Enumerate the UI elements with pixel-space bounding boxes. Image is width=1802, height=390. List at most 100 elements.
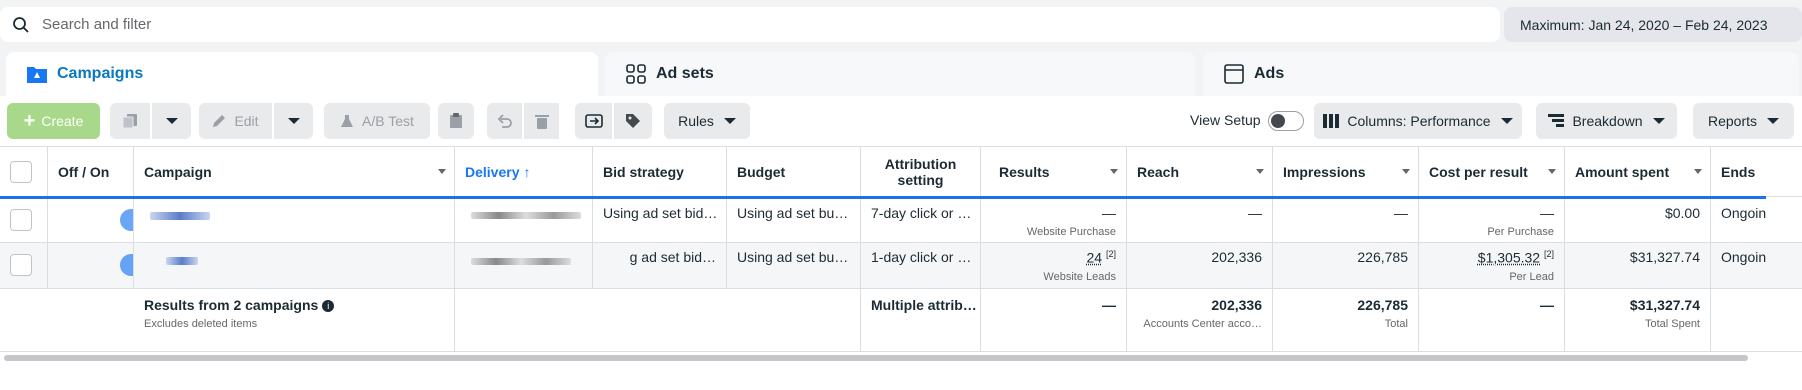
level-tabs: Campaigns Ad sets Ads: [0, 50, 1802, 96]
columns-button[interactable]: Columns: Performance: [1314, 103, 1522, 139]
results-note: [2]: [1105, 249, 1116, 259]
plus-icon: +: [23, 109, 36, 132]
header-label: Results: [999, 164, 1050, 180]
info-icon[interactable]: i: [322, 300, 335, 313]
header-campaign[interactable]: Campaign: [134, 147, 455, 197]
header-budget[interactable]: Budget: [727, 147, 861, 197]
cost-value: —: [1540, 205, 1554, 221]
caret-down-icon[interactable]: [1694, 169, 1702, 174]
campaign-toggle[interactable]: [120, 209, 133, 231]
search-icon: [13, 16, 29, 33]
chevron-down-icon: [1652, 118, 1665, 124]
caret-down-icon[interactable]: [1548, 169, 1556, 174]
summary-title: Results from 2 campaigns: [144, 297, 319, 313]
trash-icon: [534, 115, 549, 129]
select-all-cell: [0, 147, 48, 197]
ends-cell: Ongoin: [1721, 249, 1767, 265]
header-off-on[interactable]: Off / On: [48, 147, 134, 197]
results-subtitle: Website Purchase: [1026, 226, 1116, 238]
ab-test-button[interactable]: A/B Test: [324, 103, 430, 139]
tab-label: Ads: [1254, 65, 1285, 82]
row-checkbox[interactable]: [10, 254, 32, 276]
rules-button[interactable]: Rules: [664, 103, 750, 139]
cost-subtitle: Per Purchase: [1487, 226, 1554, 238]
tab-ads[interactable]: Ads: [1203, 52, 1799, 96]
header-bid-strategy[interactable]: Bid strategy: [593, 147, 727, 197]
tab-campaigns[interactable]: Campaigns: [6, 52, 598, 96]
create-label: Create: [41, 113, 84, 129]
impressions-cell: —: [1273, 199, 1419, 242]
redacted-delivery: [471, 258, 571, 265]
campaign-name-cell[interactable]: [134, 243, 455, 288]
row-select-cell: [0, 243, 48, 288]
summary-row: Results from 2 campaigns i Excludes delet…: [0, 289, 1802, 352]
create-button[interactable]: + Create: [7, 103, 100, 139]
search-input[interactable]: [42, 16, 1442, 33]
header-label: Cost per result: [1429, 164, 1528, 180]
view-setup-toggle[interactable]: [1268, 111, 1304, 131]
ad-icon: [1224, 64, 1244, 84]
search-bar[interactable]: [0, 7, 1500, 42]
select-all-checkbox[interactable]: [10, 161, 32, 183]
amount-spent-cell: $31,327.74: [1565, 243, 1711, 288]
header-reach[interactable]: Reach: [1127, 147, 1273, 197]
table-row[interactable]: g ad set bid… Using ad set bu… 1-day cli…: [0, 243, 1802, 289]
export-button[interactable]: [575, 103, 612, 139]
edit-button[interactable]: Edit: [199, 103, 272, 139]
summary-reach: 202,336: [1211, 297, 1262, 313]
reports-button[interactable]: Reports: [1693, 103, 1794, 139]
undo-button[interactable]: [487, 103, 522, 139]
header-label: Delivery: [465, 164, 520, 180]
summary-results: —: [981, 289, 1127, 351]
header-attribution[interactable]: Attribution setting: [861, 147, 981, 197]
duplicate-dropdown[interactable]: [152, 103, 191, 139]
edit-label: Edit: [234, 113, 259, 129]
tab-ad-sets[interactable]: Ad sets: [605, 52, 1195, 96]
caret-down-icon[interactable]: [1110, 169, 1118, 174]
header-delivery[interactable]: Delivery ↑: [455, 147, 593, 197]
horizontal-scrollbar[interactable]: [4, 355, 1748, 361]
header-cost-per-result[interactable]: Cost per result: [1419, 147, 1565, 197]
clipboard-button[interactable]: [438, 103, 474, 139]
header-results[interactable]: Results: [981, 147, 1127, 197]
export-icon: [584, 114, 603, 128]
summary-amount-cell: $31,327.74 Total Spent: [1565, 289, 1711, 351]
tag-button[interactable]: [614, 103, 652, 139]
redacted-campaign-name: [150, 212, 210, 220]
budget-cell: Using ad set bu…: [727, 199, 861, 242]
header-amount-spent[interactable]: Amount spent: [1565, 147, 1711, 197]
header-label: Bid strategy: [603, 164, 684, 180]
table-row[interactable]: Using ad set bid… Using ad set bu… 7-day…: [0, 199, 1802, 243]
header-label: Amount spent: [1575, 164, 1670, 180]
duplicate-icon: [122, 114, 137, 129]
header-label: Attribution setting: [884, 156, 957, 188]
pencil-icon: [213, 115, 226, 127]
header-label: Impressions: [1283, 164, 1366, 180]
summary-impressions-subtitle: Total: [1384, 318, 1408, 330]
cost-per-result-cell: — Per Purchase: [1419, 199, 1565, 242]
grid-icon: [626, 64, 646, 84]
row-checkbox[interactable]: [10, 209, 32, 231]
caret-down-icon[interactable]: [438, 169, 446, 174]
results-value[interactable]: 24: [1087, 250, 1103, 266]
attribution-cell: 1-day click or …: [861, 243, 981, 288]
columns-icon: [1323, 114, 1340, 128]
reports-label: Reports: [1707, 113, 1758, 129]
header-ends[interactable]: Ends: [1711, 147, 1802, 197]
edit-dropdown[interactable]: [274, 103, 313, 139]
cost-value[interactable]: $1,305.32: [1478, 250, 1540, 266]
caret-down-icon[interactable]: [1402, 169, 1410, 174]
summary-impressions: 226,785: [1357, 297, 1408, 313]
duplicate-button[interactable]: [110, 103, 150, 139]
table-header: Off / On Campaign Delivery ↑ Bid strategy…: [0, 147, 1802, 199]
results-cell: — Website Purchase: [981, 199, 1127, 242]
campaign-name-cell[interactable]: [134, 199, 455, 242]
delete-button[interactable]: [524, 103, 559, 139]
campaign-toggle[interactable]: [120, 254, 133, 276]
budget-cell: Using ad set bu…: [727, 243, 861, 288]
chevron-down-icon: [1767, 118, 1780, 124]
date-range-picker[interactable]: Maximum: Jan 24, 2020 – Feb 24, 2023: [1504, 7, 1802, 42]
header-impressions[interactable]: Impressions: [1273, 147, 1419, 197]
breakdown-button[interactable]: Breakdown: [1536, 103, 1677, 139]
caret-down-icon[interactable]: [1256, 169, 1264, 174]
